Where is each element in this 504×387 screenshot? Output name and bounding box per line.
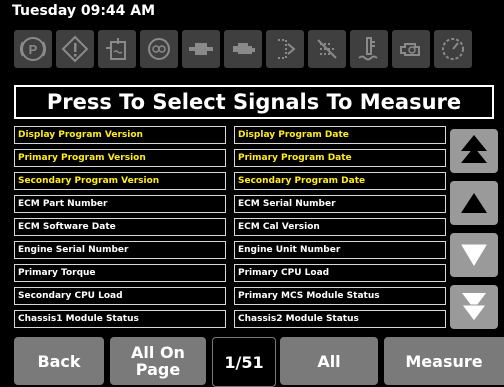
all-on-page-button[interactable]: All On Page (110, 337, 206, 385)
scroll-down-button[interactable] (450, 233, 498, 277)
page-indicator-text: 1/51 (224, 352, 264, 372)
all-on-page-label-line2: Page (135, 360, 181, 379)
measure-button-label: Measure (405, 351, 483, 371)
engine-check-icon (392, 30, 430, 68)
all-button[interactable]: All (280, 337, 378, 385)
scroll-up-button[interactable] (450, 181, 498, 225)
signal-item[interactable]: Primary Torque (14, 264, 226, 282)
signal-item[interactable]: ECM Part Number (14, 195, 226, 213)
page-up-button[interactable] (450, 129, 498, 173)
signal-item[interactable]: ECM Serial Number (234, 195, 446, 213)
signal-item[interactable]: Engine Unit Number (234, 241, 446, 259)
page-title-text: Press To Select Signals To Measure (46, 90, 462, 114)
page-indicator: 1/51 (212, 337, 276, 387)
regen-inhibit-icon (308, 30, 346, 68)
signal-item[interactable]: Display Program Date (234, 126, 446, 144)
signal-item[interactable]: Primary Program Date (234, 149, 446, 167)
measure-button[interactable]: Measure (384, 337, 504, 385)
coolant-temp-icon (350, 30, 388, 68)
parking-brake-icon: P (14, 30, 52, 68)
signal-item[interactable]: Primary Program Version (14, 149, 226, 167)
all-button-label: All (317, 351, 341, 371)
back-button[interactable]: Back (14, 337, 104, 385)
indicator-icon-row: P (14, 30, 500, 72)
warning-diamond-icon (56, 30, 94, 68)
datetime: Tuesday 09:44 AM (12, 3, 156, 19)
oil-icon (140, 30, 178, 68)
def-dosing-icon (266, 30, 304, 68)
signal-item[interactable]: Display Program Version (14, 126, 226, 144)
page-down-icon (461, 293, 487, 322)
svg-text:P: P (29, 42, 38, 57)
signal-item[interactable]: Primary CPU Load (234, 264, 446, 282)
signal-item[interactable]: Secondary Program Date (234, 172, 446, 190)
engine-icon (224, 30, 262, 68)
all-on-page-label-line1: All On (131, 343, 185, 362)
coolant-level-icon (98, 30, 136, 68)
signal-item[interactable]: Chassis2 Module Status (234, 310, 446, 328)
fuel-filter-icon (182, 30, 220, 68)
page-up-icon (461, 135, 487, 163)
signal-item[interactable]: Primary MCS Module Status (234, 287, 446, 305)
status-bar: Tuesday 09:44 AM (0, 0, 504, 26)
signal-item[interactable]: Secondary CPU Load (14, 287, 226, 305)
signal-item[interactable]: Secondary Program Version (14, 172, 226, 190)
page-down-button[interactable] (450, 285, 498, 329)
scroll-down-icon (461, 244, 487, 266)
scroll-up-icon (461, 193, 487, 213)
signal-item[interactable]: ECM Cal Version (234, 218, 446, 236)
page-title: Press To Select Signals To Measure (14, 85, 494, 119)
signal-item[interactable]: ECM Software Date (14, 218, 226, 236)
back-button-label: Back (37, 351, 81, 371)
gauge-icon (434, 30, 472, 68)
signal-item[interactable]: Engine Serial Number (14, 241, 226, 259)
signal-list: Display Program Version Display Program … (14, 126, 446, 330)
signal-item[interactable]: Chassis1 Module Status (14, 310, 226, 328)
